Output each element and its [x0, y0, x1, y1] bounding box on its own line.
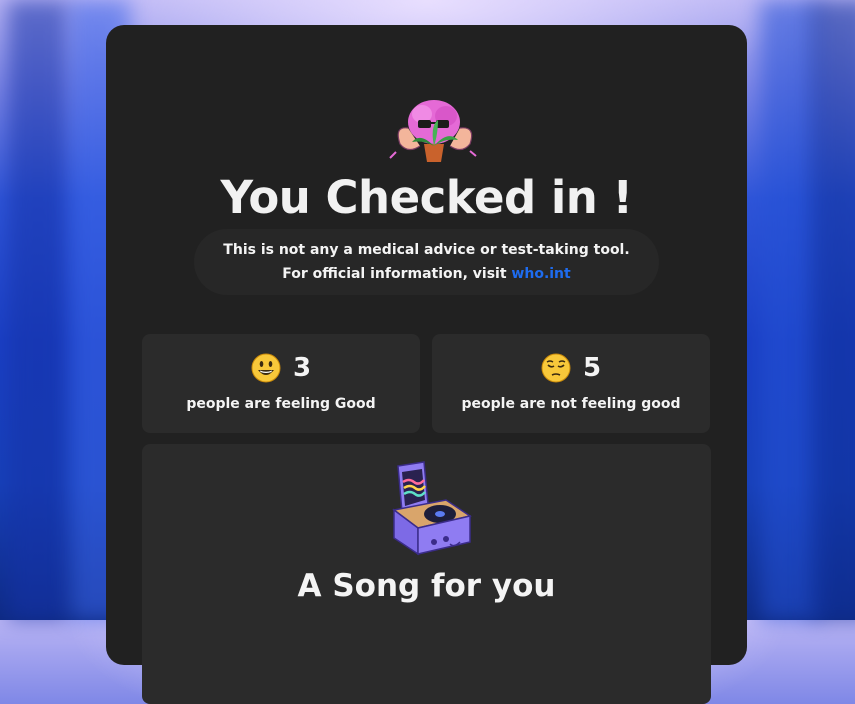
page-title: You Checked in ! [220, 171, 633, 224]
stat-good-label: people are feeling Good [186, 396, 376, 412]
stat-good-count: 3 [292, 353, 312, 383]
disclaimer-banner: This is not any a medical advice or test… [194, 229, 659, 295]
pensive-face-icon [541, 353, 571, 383]
stat-not-good-count: 5 [582, 353, 602, 383]
stat-not-good-label: people are not feeling good [461, 396, 681, 412]
disclaimer-line-1: This is not any a medical advice or test… [223, 242, 630, 258]
stat-not-good-row: 5 [432, 351, 710, 385]
disclaimer-prefix: For official information, visit [282, 266, 512, 282]
checkin-card: You Checked in ! This is not any a medic… [106, 25, 747, 704]
stat-card-good: 3 people are feeling Good [142, 334, 420, 433]
grinning-face-icon [251, 353, 281, 383]
record-player-icon [392, 461, 472, 556]
stat-card-not-good: 5 people are not feeling good [432, 334, 710, 433]
plant-brain-mascot-icon [389, 100, 477, 162]
stat-good-row: 3 [142, 351, 420, 385]
who-link[interactable]: who.int [511, 266, 570, 282]
disclaimer-line-2: For official information, visit who.int [194, 262, 659, 286]
song-heading: A Song for you [297, 568, 556, 604]
song-card: A Song for you [142, 444, 711, 704]
